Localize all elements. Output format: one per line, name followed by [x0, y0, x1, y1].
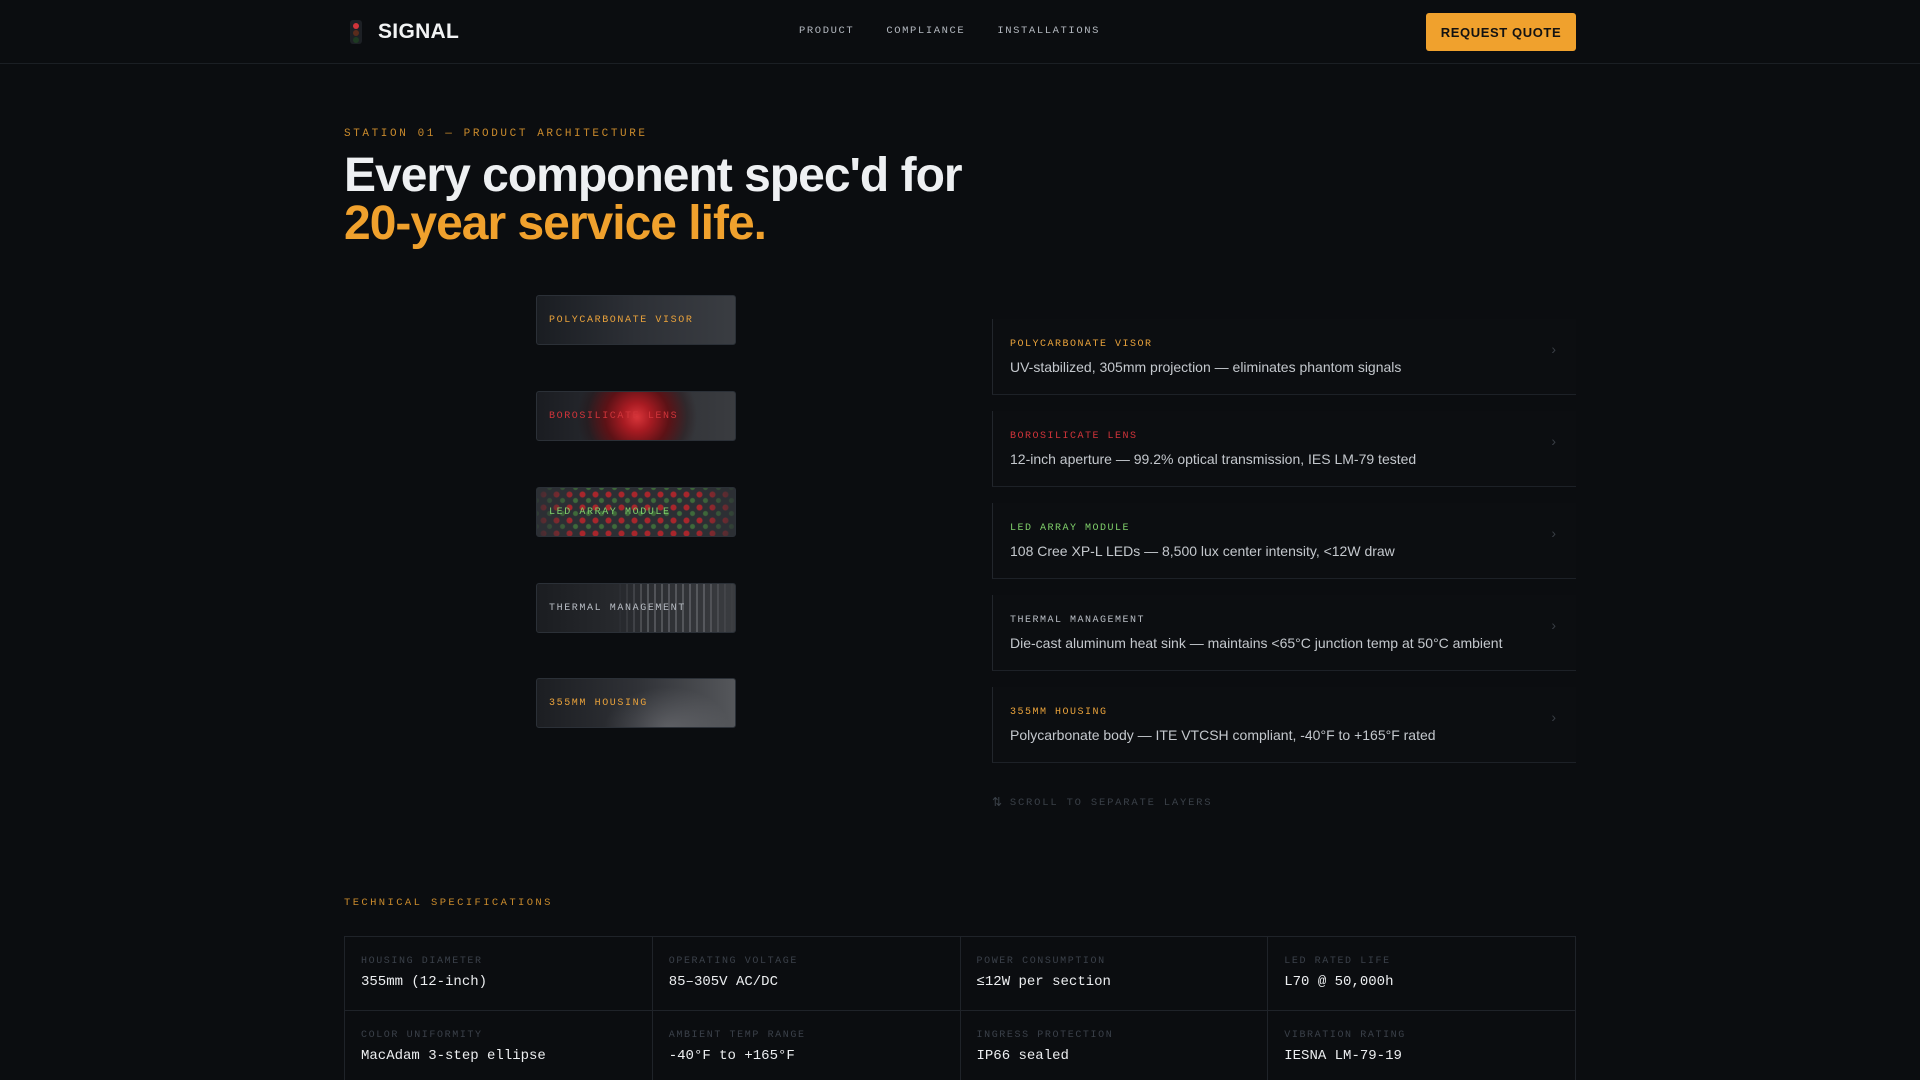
component-list: POLYCARBONATE VISOR UV-stabilized, 305mm… — [992, 319, 1576, 779]
component-item-lens[interactable]: BOROSILICATE LENS 12-inch aperture — 99.… — [992, 411, 1576, 487]
scroll-arrows-icon: ⇅ — [992, 796, 1004, 810]
spec-value: 85–305V AC/DC — [668, 974, 778, 990]
spec-value: IESNA LM-79-19 — [1284, 1048, 1402, 1064]
layer-label: BOROSILICATE LENS — [549, 411, 679, 422]
spec-key: LED RATED LIFE — [1284, 956, 1391, 967]
nav-link-compliance[interactable]: COMPLIANCE — [886, 25, 965, 37]
brand[interactable]: SIGNAL — [344, 18, 459, 46]
spec-cell: POWER CONSUMPTION ≤12W per section — [960, 937, 1269, 1011]
component-name: THERMAL MANAGEMENT — [1010, 615, 1146, 626]
layer-thermal-management[interactable]: THERMAL MANAGEMENT — [536, 583, 736, 633]
layer-label: POLYCARBONATE VISOR — [549, 315, 694, 326]
technical-specifications-table: HOUSING DIAMETER 355mm (12-inch) OPERATI… — [344, 936, 1576, 1080]
spec-cell: AMBIENT TEMP RANGE -40°F to +165°F — [653, 1011, 961, 1080]
nav-link-installations[interactable]: INSTALLATIONS — [997, 25, 1100, 37]
spec-value: 355mm (12-inch) — [361, 974, 488, 990]
layer-polycarbonate-visor[interactable]: POLYCARBONATE VISOR — [536, 295, 736, 345]
chevron-right-icon: › — [1551, 617, 1556, 633]
layer-borosilicate-lens[interactable]: BOROSILICATE LENS — [536, 391, 736, 441]
headline-line-1: Every component spec'd for — [344, 149, 963, 202]
spec-key: HOUSING DIAMETER — [361, 956, 483, 967]
component-item-led-array[interactable]: LED ARRAY MODULE 108 Cree XP-L LEDs — 8,… — [992, 503, 1576, 579]
component-item-visor[interactable]: POLYCARBONATE VISOR UV-stabilized, 305mm… — [992, 319, 1576, 395]
nav-link-product[interactable]: PRODUCT — [799, 25, 854, 37]
component-name: POLYCARBONATE VISOR — [1010, 339, 1153, 350]
spec-key: OPERATING VOLTAGE — [668, 956, 798, 967]
spec-cell: OPERATING VOLTAGE 85–305V AC/DC — [652, 937, 961, 1011]
spec-cell: COLOR UNIFORMITY MacAdam 3-step ellipse — [345, 1011, 653, 1080]
spec-key: INGRESS PROTECTION — [976, 1030, 1114, 1041]
spec-value: ≤12W per section — [976, 974, 1111, 990]
component-description: Polycarbonate body — ITE VTCSH compliant… — [1010, 727, 1436, 743]
component-name: 355MM HOUSING — [1010, 707, 1108, 718]
spec-value: -40°F to +165°F — [668, 1048, 795, 1064]
component-description: Die-cast aluminum heat sink — maintains … — [1010, 635, 1503, 651]
chevron-right-icon: › — [1551, 341, 1556, 357]
spec-value: IP66 sealed — [976, 1048, 1069, 1064]
spec-key: POWER CONSUMPTION — [976, 956, 1106, 967]
spec-cell: VIBRATION RATING IESNA LM-79-19 — [1268, 1011, 1576, 1080]
spec-key: AMBIENT TEMP RANGE — [668, 1030, 806, 1041]
scroll-hint: ⇅ SCROLL TO SEPARATE LAYERS — [992, 795, 1212, 810]
headline-line-2: 20-year service life. — [344, 197, 767, 250]
chevron-right-icon: › — [1551, 433, 1556, 449]
component-item-housing[interactable]: 355MM HOUSING Polycarbonate body — ITE V… — [992, 687, 1576, 763]
chevron-right-icon: › — [1551, 709, 1556, 725]
scroll-hint-text: SCROLL TO SEPARATE LAYERS — [1009, 796, 1213, 809]
spec-value: MacAdam 3-step ellipse — [361, 1048, 546, 1064]
layer-led-array-module[interactable]: LED ARRAY MODULE — [536, 487, 736, 537]
page-headline: Every component spec'd for 20-year servi… — [344, 152, 1144, 248]
spec-cell: INGRESS PROTECTION IP66 sealed — [961, 1011, 1269, 1080]
component-description: 108 Cree XP-L LEDs — 8,500 lux center in… — [1010, 543, 1395, 559]
spec-value: L70 @ 50,000h — [1284, 974, 1394, 990]
traffic-light-icon — [344, 18, 368, 46]
spec-key: COLOR UNIFORMITY — [361, 1030, 483, 1041]
technical-specifications-heading: TECHNICAL SPECIFICATIONS — [344, 897, 553, 909]
main-nav: PRODUCT COMPLIANCE INSTALLATIONS — [799, 25, 1132, 37]
spec-cell: HOUSING DIAMETER 355mm (12-inch) — [345, 937, 653, 1011]
component-name: LED ARRAY MODULE — [1010, 523, 1131, 534]
layer-355mm-housing[interactable]: 355MM HOUSING — [536, 678, 736, 728]
request-quote-button[interactable]: REQUEST QUOTE — [1426, 13, 1576, 51]
chevron-right-icon: › — [1551, 525, 1556, 541]
layer-label: 355MM HOUSING — [549, 698, 648, 709]
section-eyebrow: STATION 01 — PRODUCT ARCHITECTURE — [344, 128, 648, 140]
spec-cell: LED RATED LIFE L70 @ 50,000h — [1268, 937, 1576, 1011]
spec-key: VIBRATION RATING — [1284, 1030, 1406, 1041]
top-navigation-bar: SIGNAL PRODUCT COMPLIANCE INSTALLATIONS … — [0, 0, 1920, 64]
component-description: UV-stabilized, 305mm projection — elimin… — [1010, 359, 1402, 375]
component-item-thermal[interactable]: THERMAL MANAGEMENT Die-cast aluminum hea… — [992, 595, 1576, 671]
brand-name: SIGNAL — [378, 20, 460, 43]
layer-label: THERMAL MANAGEMENT — [549, 603, 686, 614]
layer-label: LED ARRAY MODULE — [549, 507, 671, 518]
component-description: 12-inch aperture — 99.2% optical transmi… — [1010, 451, 1417, 467]
component-name: BOROSILICATE LENS — [1010, 431, 1138, 442]
